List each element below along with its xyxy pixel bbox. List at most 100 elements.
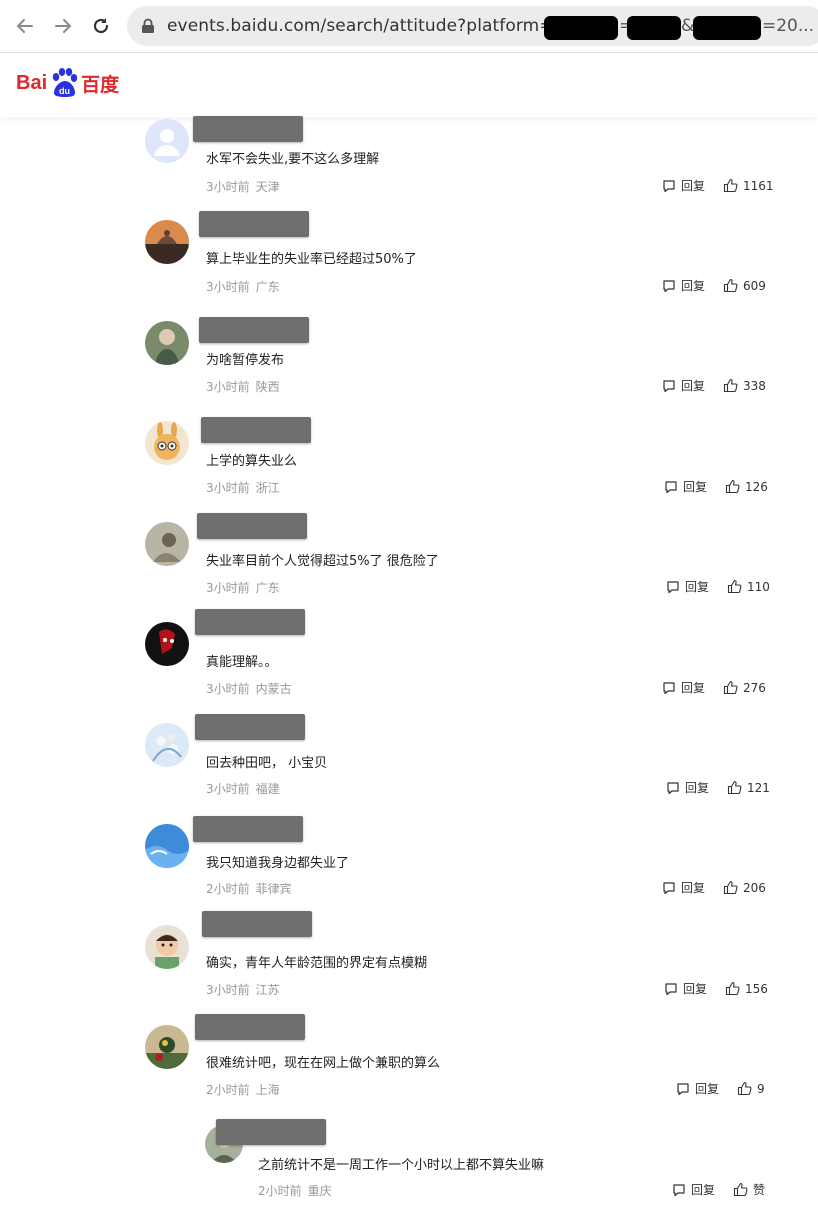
comment-actions: 回复 276 [662, 679, 766, 696]
avatar[interactable] [145, 321, 189, 365]
reload-icon[interactable] [88, 13, 114, 39]
comment-location: 重庆 [307, 1184, 332, 1198]
reply-icon [673, 1183, 685, 1196]
avatar[interactable] [145, 421, 189, 465]
reply-label: 回复 [691, 1183, 716, 1197]
comment-item: 失业率目前个人觉得超过5%了 很危险了 3小时前 广东 回复 110 [0, 513, 818, 617]
username-redaction [195, 1014, 305, 1040]
comment-meta: 3小时前 福建 [206, 780, 280, 797]
reply-button[interactable]: 回复 [662, 177, 705, 194]
comment-meta: 3小时前 广东 [206, 278, 280, 295]
like-count: 126 [745, 479, 768, 494]
baidu-logo[interactable]: Bai du 百度 [16, 65, 119, 101]
forward-arrow-icon[interactable] [50, 13, 76, 39]
like-count: 206 [743, 880, 766, 895]
reply-button[interactable]: 回复 [662, 679, 705, 696]
avatar[interactable] [145, 119, 189, 163]
reply-button[interactable]: 回复 [664, 980, 707, 997]
avatar[interactable] [145, 925, 189, 969]
avatar[interactable] [145, 824, 189, 868]
like-button[interactable]: 206 [723, 880, 766, 895]
lock-icon [141, 18, 155, 38]
like-count: 276 [743, 680, 766, 695]
comment-location: 广东 [255, 280, 280, 294]
reply-label: 回复 [683, 480, 708, 494]
comment-location: 天津 [255, 180, 280, 194]
back-arrow-icon[interactable] [12, 13, 38, 39]
url-redaction [693, 16, 761, 40]
comment-text: 回去种田吧， 小宝贝 [206, 756, 328, 771]
username-redaction [197, 513, 307, 539]
reply-icon [677, 1082, 689, 1095]
reply-button[interactable]: 回复 [672, 1181, 715, 1198]
comment-item: 水军不会失业,要不这么多理解 3小时前 天津 回复 1161 [0, 116, 818, 217]
comment-item: 真能理解。。 3小时前 内蒙古 回复 276 [0, 609, 818, 717]
reply-button[interactable]: 回复 [676, 1080, 719, 1097]
thumbs-up-icon [723, 680, 738, 695]
comment-time: 2小时前 [258, 1184, 302, 1198]
comment-actions: 回复 9 [676, 1080, 765, 1097]
like-button[interactable]: 赞 [733, 1181, 765, 1198]
like-button[interactable]: 121 [727, 780, 770, 795]
comment-text: 失业率目前个人觉得超过5%了 很危险了 [206, 554, 439, 569]
reply-label: 回复 [681, 279, 706, 293]
comment-location: 广东 [255, 581, 280, 595]
avatar[interactable] [145, 522, 189, 566]
reply-button[interactable]: 回复 [664, 478, 707, 495]
comment-meta: 3小时前 陕西 [206, 378, 280, 395]
reply-label: 回复 [681, 881, 706, 895]
comment-meta: 3小时前 广东 [206, 579, 280, 596]
reply-button[interactable]: 回复 [662, 377, 705, 394]
reply-button[interactable]: 回复 [662, 879, 705, 896]
logo-text-bai: Bai [16, 71, 48, 94]
reply-label: 回复 [685, 781, 710, 795]
comment-actions: 回复 156 [664, 980, 768, 997]
like-button[interactable]: 156 [725, 981, 768, 996]
reply-button[interactable]: 回复 [666, 578, 709, 595]
thumbs-up-icon [723, 278, 738, 293]
comment-meta: 2小时前 重庆 [258, 1182, 332, 1199]
username-redaction [199, 211, 309, 237]
like-button[interactable]: 126 [725, 479, 768, 494]
avatar[interactable] [145, 723, 189, 767]
like-button[interactable]: 9 [737, 1081, 765, 1096]
url-redaction [627, 16, 681, 40]
comment-item: 算上毕业生的失业率已经超过50%了 3小时前 广东 回复 609 [0, 211, 818, 317]
comment-location: 上海 [255, 1083, 280, 1097]
username-redaction [202, 911, 312, 937]
reply-icon [665, 480, 677, 493]
like-button[interactable]: 609 [723, 278, 766, 293]
browser-toolbar: events.baidu.com/search/attitude?platfor… [0, 0, 818, 53]
comment-text: 算上毕业生的失业率已经超过50%了 [206, 252, 417, 267]
reply-label: 回复 [683, 982, 708, 996]
comment-actions: 回复 110 [666, 578, 770, 595]
comment-text: 为啥暂停发布 [206, 353, 285, 368]
like-count: 1161 [743, 178, 774, 193]
thumbs-up-icon [737, 1081, 752, 1096]
comment-meta: 3小时前 内蒙古 [206, 680, 292, 697]
reply-button[interactable]: 回复 [662, 277, 705, 294]
address-bar[interactable]: events.baidu.com/search/attitude?platfor… [127, 6, 818, 46]
comment-text: 很难统计吧，现在在网上做个兼职的算么 [206, 1056, 441, 1071]
comment-time: 3小时前 [206, 280, 250, 294]
comment-item: 确实，青年人年龄范围的界定有点模糊 3小时前 江苏 回复 156 [0, 911, 818, 1017]
reply-icon [663, 881, 675, 894]
comment-location: 江苏 [255, 983, 280, 997]
comment-text: 我只知道我身边都失业了 [206, 856, 350, 871]
like-button[interactable]: 276 [723, 680, 766, 695]
reply-label: 回复 [681, 681, 706, 695]
like-button[interactable]: 110 [727, 579, 770, 594]
like-button[interactable]: 1161 [723, 178, 774, 193]
avatar[interactable] [145, 220, 189, 264]
comment-location: 菲律宾 [255, 882, 292, 896]
avatar[interactable] [145, 1025, 189, 1069]
username-redaction [199, 317, 309, 343]
reply-button[interactable]: 回复 [666, 779, 709, 796]
comment-time: 2小时前 [206, 882, 250, 896]
avatar[interactable] [145, 622, 189, 666]
like-button[interactable]: 338 [723, 378, 766, 393]
comment-text: 真能理解。。 [206, 655, 278, 670]
thumbs-up-icon [733, 1182, 748, 1197]
comment-time: 3小时前 [206, 782, 250, 796]
comment-time: 3小时前 [206, 481, 250, 495]
